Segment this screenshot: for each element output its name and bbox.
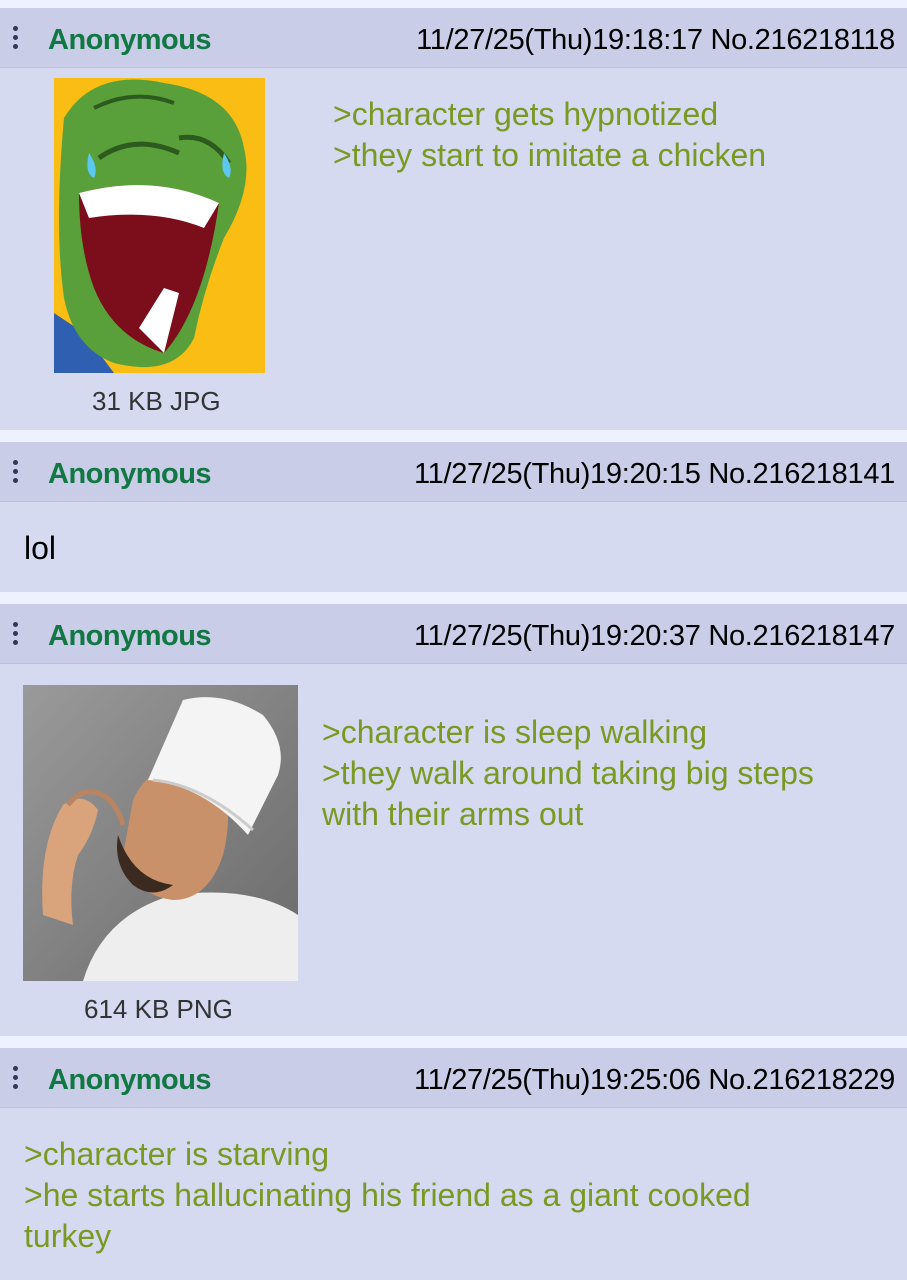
post-number[interactable]: No.216218141 [708,458,895,490]
greentext-line: >he starts hallucinating his friend as a… [24,1177,751,1254]
post-datetime: 11/27/25(Thu)19:25:06 [413,1064,701,1096]
post-meta: 11/27/25(Thu)19:20:15 No.216218141 [414,458,895,491]
post-header: Anonymous 11/27/25(Thu)19:25:06 No.21621… [0,1048,907,1108]
post-header: Anonymous 11/27/25(Thu)19:20:37 No.21621… [0,604,907,664]
post-datetime: 11/27/25(Thu)19:18:17 [416,24,703,56]
post-number[interactable]: No.216218229 [708,1064,895,1096]
poster-name: Anonymous [48,1064,212,1096]
greentext-line: >they walk around taking big steps with … [322,755,814,832]
greentext-line: >character is sleep walking [322,714,708,750]
greentext-line: >character is starving [24,1136,330,1172]
poster-name: Anonymous [48,24,212,56]
post-number[interactable]: No.216218147 [708,620,895,652]
post-header: Anonymous 11/27/25(Thu)19:20:15 No.21621… [0,442,907,502]
post: Anonymous 11/27/25(Thu)19:18:17 No.21621… [0,8,907,430]
post-datetime: 11/27/25(Thu)19:20:37 [413,620,701,652]
chef-kiss-image [23,685,298,981]
post: Anonymous 11/27/25(Thu)19:20:15 No.21621… [0,442,907,592]
file-info: 31 KB JPG [92,386,221,416]
post-meta: 11/27/25(Thu)19:20:37 No.216218147 [414,620,895,653]
laughing-frog-image [54,78,265,373]
post-thumbnail[interactable] [23,685,298,981]
poster-name: Anonymous [48,620,212,652]
greentext-line: >they start to imitate a chicken [333,137,767,173]
file-info: 614 KB PNG [84,994,233,1024]
post-menu-icon[interactable] [13,1066,19,1092]
post-text: lol [24,530,57,566]
post-thumbnail[interactable] [54,78,265,373]
post: Anonymous 11/27/25(Thu)19:20:37 No.21621… [0,604,907,1036]
post: Anonymous 11/27/25(Thu)19:25:06 No.21621… [0,1048,907,1280]
post-number[interactable]: No.216218118 [710,24,895,56]
post-header: Anonymous 11/27/25(Thu)19:18:17 No.21621… [0,8,907,68]
post-datetime: 11/27/25(Thu)19:20:15 [413,458,701,490]
post-menu-icon[interactable] [13,460,19,486]
post-menu-icon[interactable] [13,26,19,52]
post-menu-icon[interactable] [13,622,19,648]
post-meta: 11/27/25(Thu)19:18:17 No.216218118 [416,24,895,57]
post-meta: 11/27/25(Thu)19:25:06 No.216218229 [414,1064,895,1097]
greentext-line: >character gets hypnotized [333,96,719,132]
poster-name: Anonymous [48,458,212,490]
